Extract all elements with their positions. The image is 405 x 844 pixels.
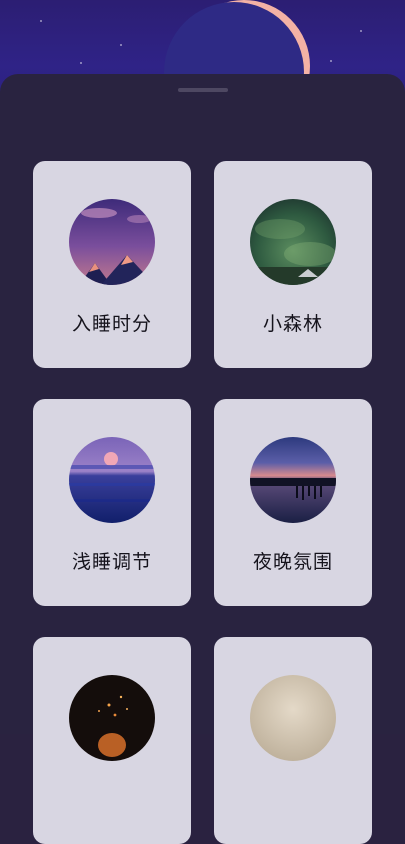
misty-beige-image	[250, 675, 336, 761]
card-label: 入睡时分	[71, 313, 152, 335]
card-light-sleep[interactable]: 浅睡调节	[33, 399, 191, 606]
card-campfire[interactable]	[33, 637, 191, 844]
bottom-sheet: 入睡时分 小森林 浅睡调节 夜晚氛围	[0, 74, 405, 844]
night-lake-pier-image	[250, 437, 336, 523]
campfire-sparks-image	[69, 675, 155, 761]
drag-handle[interactable]	[178, 88, 228, 92]
sunset-ocean-image	[69, 437, 155, 523]
card-label: 浅睡调节	[71, 551, 152, 573]
card-little-forest[interactable]: 小森林	[214, 161, 372, 368]
card-sleep-time[interactable]: 入睡时分	[33, 161, 191, 368]
card-label: 夜晚氛围	[252, 551, 333, 573]
card-night-ambience[interactable]: 夜晚氛围	[214, 399, 372, 606]
forest-aurora-image	[250, 199, 336, 285]
sleep-dusk-mountain-image	[69, 199, 155, 285]
card-label: 小森林	[262, 313, 323, 335]
card-mist[interactable]	[214, 637, 372, 844]
